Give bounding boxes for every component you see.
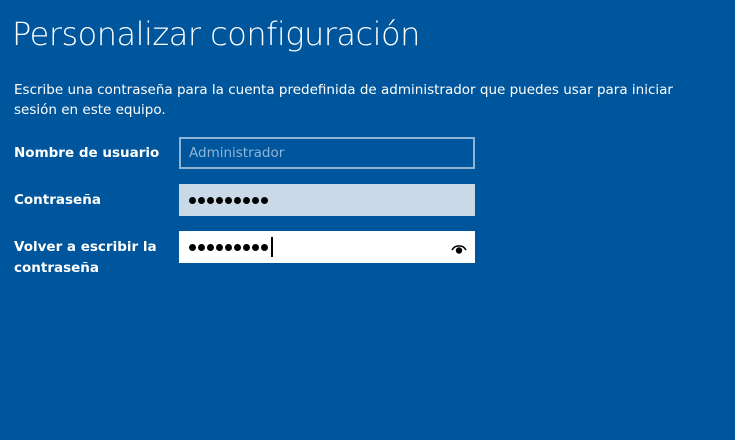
password-label: Contraseña xyxy=(14,192,101,208)
mask-dot xyxy=(252,243,259,251)
password-field[interactable] xyxy=(179,184,475,216)
mask-dot xyxy=(261,196,268,204)
text-cursor xyxy=(271,237,273,257)
page-title: Personalizar configuración xyxy=(12,15,420,53)
username-label: Nombre de usuario xyxy=(14,145,160,161)
instructions-text: Escribe una contraseña para la cuenta pr… xyxy=(14,82,673,118)
mask-dot xyxy=(252,196,259,204)
mask-dot xyxy=(234,196,241,204)
mask-dot xyxy=(225,243,232,251)
confirm-password-field[interactable] xyxy=(179,231,475,263)
mask-dot xyxy=(234,243,241,251)
mask-dot xyxy=(207,196,214,204)
mask-dot xyxy=(198,196,205,204)
mask-dot xyxy=(225,196,232,204)
username-placeholder: Administrador xyxy=(189,145,285,161)
mask-dot xyxy=(243,196,250,204)
password-mask xyxy=(189,184,268,216)
mask-dot xyxy=(216,243,223,251)
mask-dot xyxy=(189,243,196,251)
confirm-password-mask xyxy=(189,231,273,263)
username-field[interactable]: Administrador xyxy=(179,137,475,169)
mask-dot xyxy=(216,196,223,204)
mask-dot xyxy=(198,243,205,251)
mask-dot xyxy=(243,243,250,251)
mask-dot xyxy=(261,243,268,251)
eye-icon[interactable] xyxy=(451,240,467,254)
confirm-password-label: Volver a escribir la contraseña xyxy=(14,239,157,276)
mask-dot xyxy=(189,196,196,204)
mask-dot xyxy=(207,243,214,251)
